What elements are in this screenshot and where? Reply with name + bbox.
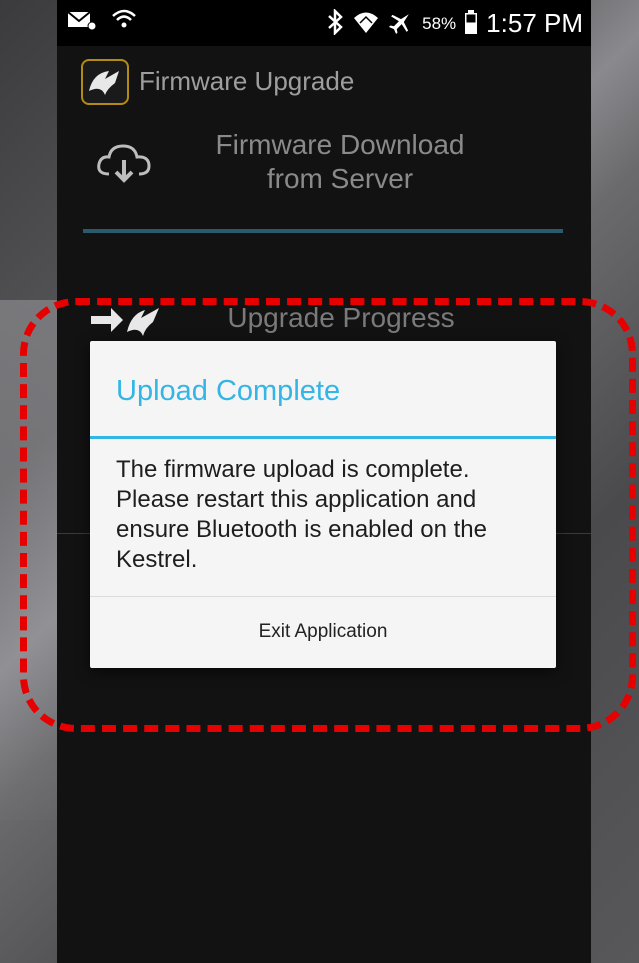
wifi-call-icon <box>111 8 137 36</box>
cloud-download-icon <box>95 140 153 190</box>
status-bar: 58% 1:57 PM <box>57 0 591 46</box>
action-bar: Firmware Upgrade <box>57 46 591 114</box>
battery-icon <box>464 9 478 39</box>
kestrel-bird-logo-icon[interactable] <box>81 59 129 105</box>
step-download-title: Firmware Download from Server <box>215 129 465 194</box>
app-title: Firmware Upgrade <box>139 66 355 96</box>
battery-percent: 58% <box>422 13 457 33</box>
download-progress-bar <box>83 229 563 233</box>
wifi-icon <box>352 9 380 39</box>
airplane-icon <box>388 9 414 39</box>
voicemail-icon <box>67 9 97 35</box>
status-time: 1:57 PM <box>486 8 583 38</box>
annotation-highlight <box>20 298 636 732</box>
bluetooth-icon <box>326 7 344 39</box>
